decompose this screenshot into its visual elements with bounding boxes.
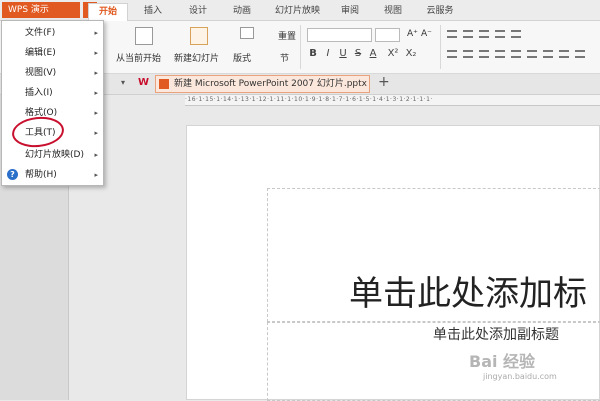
- tab-home[interactable]: 开始: [88, 3, 128, 21]
- app-dropdown-menu: 文件(F) ▸ 编辑(E) ▸ 视图(V) ▸ 插入(I) ▸ 格式(O) ▸ …: [1, 20, 104, 186]
- decrease-indent-icon[interactable]: [479, 30, 489, 38]
- submenu-arrow-icon: ▸: [94, 69, 98, 77]
- decrease-font-size-button[interactable]: A⁻: [421, 29, 432, 39]
- text-direction-icon[interactable]: [543, 50, 553, 58]
- italic-button[interactable]: I: [322, 48, 334, 59]
- horizontal-ruler: ·16·1·15·1·14·1·13·1·12·1·11·1·10·1·9·1·…: [185, 95, 600, 106]
- menu-item-label: 视图(V): [25, 68, 57, 78]
- pptx-file-icon: [159, 79, 169, 89]
- tab-list-arrow-icon[interactable]: ▾: [121, 78, 125, 87]
- layout-button[interactable]: 版式: [233, 51, 251, 64]
- align-text-icon[interactable]: [575, 50, 585, 58]
- justify-icon[interactable]: [495, 50, 505, 58]
- submenu-arrow-icon: ▸: [94, 29, 98, 37]
- tab-view[interactable]: 视图: [378, 3, 408, 20]
- menu-item-edit[interactable]: 编辑(E) ▸: [2, 43, 103, 63]
- wps-logo-icon[interactable]: W: [138, 77, 149, 88]
- new-slide-button[interactable]: 新建幻灯片: [174, 51, 219, 64]
- new-slide-icon[interactable]: [190, 27, 208, 45]
- columns-icon[interactable]: [527, 50, 537, 58]
- tab-slideshow[interactable]: 幻灯片放映: [270, 3, 325, 20]
- superscript-button[interactable]: X²: [385, 48, 401, 59]
- section-button[interactable]: 节: [280, 51, 289, 64]
- bold-button[interactable]: B: [307, 48, 319, 59]
- align-center-icon[interactable]: [463, 50, 473, 58]
- menu-item-view[interactable]: 视图(V) ▸: [2, 63, 103, 83]
- line-spacing-icon[interactable]: [511, 30, 521, 38]
- submenu-arrow-icon: ▸: [94, 89, 98, 97]
- increase-font-size-button[interactable]: A⁺: [407, 29, 418, 39]
- layout-icon[interactable]: [240, 27, 254, 39]
- document-tab[interactable]: 新建 Microsoft PowerPoint 2007 幻灯片.pptx *: [155, 75, 370, 93]
- font-color-button[interactable]: A: [367, 48, 379, 59]
- font-name-select[interactable]: [307, 28, 372, 42]
- new-tab-button[interactable]: +: [378, 74, 390, 90]
- align-right-icon[interactable]: [479, 50, 489, 58]
- menu-item-file[interactable]: 文件(F) ▸: [2, 23, 103, 43]
- from-current-button[interactable]: 从当前开始: [116, 51, 161, 64]
- menu-item-label: 幻灯片放映(D): [25, 150, 84, 160]
- increase-indent-icon[interactable]: [495, 30, 505, 38]
- menu-item-label: 编辑(E): [25, 48, 56, 58]
- strikethrough-button[interactable]: S: [352, 48, 364, 59]
- ribbon-separator: [300, 25, 301, 69]
- font-size-select[interactable]: [375, 28, 400, 42]
- underline-button[interactable]: U: [337, 48, 349, 59]
- submenu-arrow-icon: ▸: [94, 129, 98, 137]
- distributed-icon[interactable]: [511, 50, 521, 58]
- help-icon: ?: [7, 169, 18, 180]
- submenu-arrow-icon: ▸: [94, 109, 98, 117]
- tab-insert[interactable]: 插入: [138, 3, 168, 20]
- text-box-icon[interactable]: [559, 50, 569, 58]
- slide-canvas[interactable]: 单击此处添加标 单击此处添加副标题 Bai 经验 jingyan.baidu.c…: [186, 125, 600, 401]
- menu-item-label: 帮助(H): [25, 170, 57, 180]
- submenu-arrow-icon: ▸: [94, 49, 98, 57]
- tab-cloud[interactable]: 云服务: [420, 3, 460, 20]
- menu-item-insert[interactable]: 插入(I) ▸: [2, 83, 103, 103]
- tab-review[interactable]: 审阅: [335, 3, 365, 20]
- submenu-arrow-icon: ▸: [94, 171, 98, 179]
- reset-button[interactable]: 重置: [278, 29, 296, 42]
- play-from-current-icon[interactable]: [135, 27, 153, 45]
- baidu-watermark-url: jingyan.baidu.com: [483, 372, 557, 381]
- baidu-watermark: Bai 经验: [469, 352, 536, 371]
- ribbon-separator: [440, 25, 441, 69]
- align-left-icon[interactable]: [447, 50, 457, 58]
- menu-item-label: 插入(I): [25, 88, 53, 98]
- menu-item-slideshow[interactable]: 幻灯片放映(D) ▸: [2, 145, 103, 165]
- subscript-button[interactable]: X₂: [403, 48, 419, 59]
- app-menu-button[interactable]: WPS 演示: [2, 2, 80, 18]
- menu-item-label: 文件(F): [25, 28, 56, 38]
- tab-design[interactable]: 设计: [183, 3, 213, 20]
- submenu-arrow-icon: ▸: [94, 151, 98, 159]
- bullet-list-icon[interactable]: [447, 30, 457, 38]
- slide-title: 单击此处添加标: [349, 274, 587, 314]
- slide-subtitle: 单击此处添加副标题: [433, 327, 559, 343]
- tab-animation[interactable]: 动画: [227, 3, 257, 20]
- numbered-list-icon[interactable]: [463, 30, 473, 38]
